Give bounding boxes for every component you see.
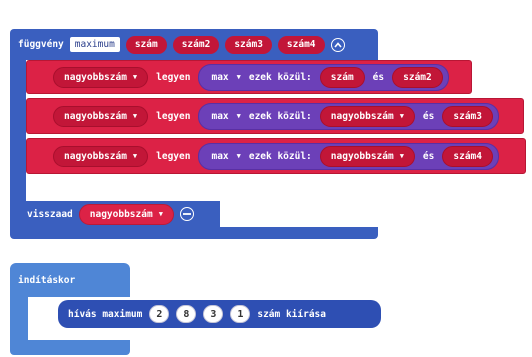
set-statement-3[interactable]: nagyobbszám ▼ legyen max ▼ ezek közül: n…	[26, 138, 526, 174]
dropdown-arrow-icon[interactable]: ▼	[237, 112, 241, 120]
function-header[interactable]: függvény maximum szám szám2 szám3 szám4	[10, 29, 378, 60]
chevron-up-circle-icon[interactable]	[330, 37, 345, 52]
variable-dropdown[interactable]: nagyobbszám ▼	[53, 145, 149, 167]
variable-dropdown[interactable]: nagyobbszám ▼	[53, 105, 149, 127]
function-param-2[interactable]: szám2	[172, 35, 220, 54]
function-param-1[interactable]: szám	[125, 35, 167, 54]
set-statement-1[interactable]: nagyobbszám ▼ legyen max ▼ ezek közül: s…	[26, 60, 472, 94]
dropdown-arrow-icon: ▼	[132, 112, 138, 120]
operand-a-label: szám	[330, 71, 354, 83]
operand-a[interactable]: nagyobbszám ▼	[319, 145, 415, 167]
operand-b-label: szám2	[403, 71, 432, 83]
dropdown-arrow-icon: ▼	[399, 112, 404, 120]
variable-label: nagyobbszám	[64, 150, 127, 162]
function-name-field[interactable]: maximum	[69, 37, 120, 52]
max-of-block[interactable]: max ▼ ezek közül: nagyobbszám ▼ és szám4	[198, 142, 499, 170]
function-footer	[10, 227, 378, 239]
operand-b[interactable]: szám3	[442, 105, 493, 127]
operand-a-label: nagyobbszám	[330, 110, 394, 122]
call-suffix: szám kiírása	[257, 308, 326, 320]
dropdown-arrow-icon: ▼	[399, 152, 404, 160]
set-keyword: legyen	[156, 110, 191, 122]
start-spine	[10, 296, 28, 341]
call-keyword: hívás maximum	[68, 308, 143, 320]
call-statement[interactable]: hívás maximum 2 8 3 1 szám kiírása	[58, 300, 381, 328]
variable-label: nagyobbszám	[64, 110, 127, 122]
operand-a[interactable]: szám	[319, 66, 365, 88]
operand-b-label: szám4	[453, 150, 482, 162]
max-phrase: ezek közül:	[248, 110, 312, 122]
math-op-label: max	[211, 71, 229, 83]
set-keyword: legyen	[156, 71, 191, 83]
max-of-block[interactable]: max ▼ ezek közül: nagyobbszám ▼ és szám3	[198, 102, 499, 130]
operand-b[interactable]: szám2	[392, 66, 443, 88]
max-phrase: ezek közül:	[248, 150, 312, 162]
operand-b-label: szám3	[453, 110, 482, 122]
return-statement[interactable]: visszaad nagyobbszám ▼	[10, 201, 220, 227]
and-keyword: és	[422, 150, 435, 162]
set-statement-2[interactable]: nagyobbszám ▼ legyen max ▼ ezek közül: n…	[26, 98, 524, 134]
max-of-block[interactable]: max ▼ ezek közül: szám és szám2	[198, 63, 449, 91]
function-param-4[interactable]: szám4	[277, 35, 325, 54]
call-arg-1[interactable]: 2	[149, 305, 170, 323]
operand-b[interactable]: szám4	[442, 145, 493, 167]
math-op-label: max	[211, 150, 229, 162]
return-value-dropdown[interactable]: nagyobbszám ▼	[78, 203, 174, 225]
operand-a-label: nagyobbszám	[330, 150, 394, 162]
call-arg-4[interactable]: 1	[230, 305, 251, 323]
and-keyword: és	[372, 71, 385, 83]
dropdown-arrow-icon[interactable]: ▼	[237, 152, 241, 160]
dropdown-arrow-icon: ▼	[158, 210, 163, 218]
start-label: indításkor	[18, 274, 76, 286]
max-phrase: ezek közül:	[248, 71, 312, 83]
minus-circle-icon[interactable]	[179, 207, 194, 221]
dropdown-arrow-icon: ▼	[132, 73, 138, 81]
function-keyword: függvény	[18, 39, 64, 50]
set-keyword: legyen	[156, 150, 191, 162]
function-spine	[10, 59, 26, 201]
start-footer	[10, 340, 130, 355]
return-value-label: nagyobbszám	[89, 208, 153, 220]
operand-a[interactable]: nagyobbszám ▼	[319, 105, 415, 127]
dropdown-arrow-icon[interactable]: ▼	[237, 73, 241, 81]
dropdown-arrow-icon: ▼	[132, 152, 138, 160]
call-arg-2[interactable]: 8	[176, 305, 197, 323]
variable-dropdown[interactable]: nagyobbszám ▼	[53, 66, 149, 88]
return-keyword: visszaad	[27, 208, 73, 220]
and-keyword: és	[422, 110, 435, 122]
variable-label: nagyobbszám	[64, 71, 127, 83]
start-header[interactable]: indításkor	[10, 263, 130, 297]
function-param-3[interactable]: szám3	[225, 35, 272, 54]
call-arg-3[interactable]: 3	[203, 305, 224, 323]
math-op-label: max	[211, 110, 229, 122]
